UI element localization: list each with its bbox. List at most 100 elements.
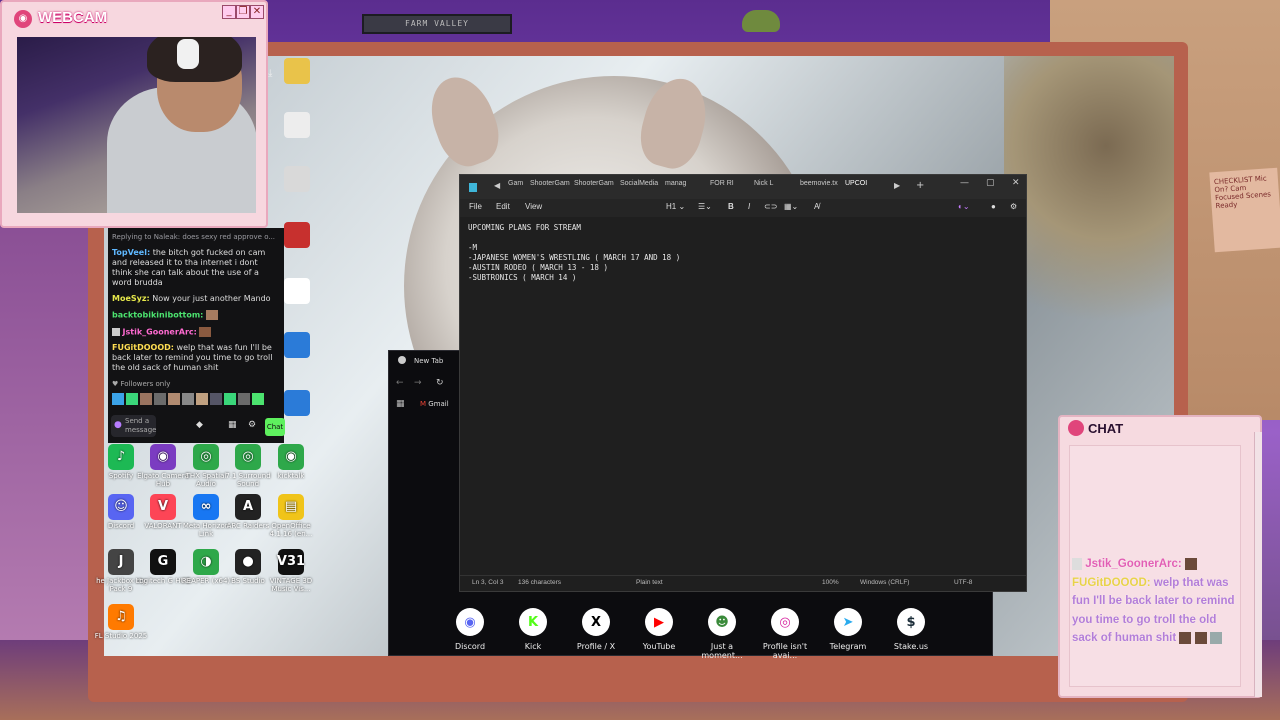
new-tab-button[interactable]: + (916, 180, 924, 191)
chat-send-button[interactable]: Chat (265, 418, 285, 436)
heart-icon: ♥ (112, 380, 121, 388)
notepad-tab[interactable]: ShooterGam (530, 180, 570, 187)
italic-button[interactable]: I (748, 202, 750, 211)
emote-row (112, 393, 280, 405)
app-icon: ◎ (235, 444, 261, 470)
folder-icon[interactable] (284, 58, 310, 84)
store-icon[interactable]: ▦ (228, 420, 237, 430)
notepad-tab-bar (460, 175, 1026, 199)
notepad-tab[interactable]: Nick L (754, 180, 773, 187)
close-button[interactable]: ✕ (1012, 178, 1020, 188)
shortcut-tile[interactable]: ➤ Telegram (818, 608, 878, 651)
emote-icon[interactable] (112, 393, 124, 405)
chat-username[interactable]: Jstik_GoonerArc: (123, 327, 197, 336)
studio-icon[interactable] (284, 332, 310, 358)
badge-icon (112, 327, 120, 336)
copilot-icon[interactable]: ◐⌄ (958, 202, 970, 211)
emote-icon[interactable] (224, 393, 236, 405)
maximize-button[interactable]: ❐ (236, 5, 250, 19)
download-icon[interactable]: ⤓ (268, 68, 272, 79)
desktop-left-column (284, 56, 310, 416)
shortcut-tile[interactable]: ◎ Profile isn't avai... (755, 608, 815, 660)
chatterino-icon[interactable] (284, 390, 310, 416)
emote-icon (205, 310, 218, 320)
maximize-button[interactable]: ▢ (986, 178, 995, 188)
chat-username[interactable]: FUGitDOOOD: (112, 343, 174, 352)
menu-file[interactable]: File (469, 202, 482, 211)
shortcut-tile[interactable]: ☻ Just a moment... (692, 608, 752, 660)
emote-icon[interactable] (126, 393, 138, 405)
menu-view[interactable]: View (525, 202, 542, 211)
shortcut-tile[interactable]: ◉ Discord (440, 608, 500, 651)
desktop-icon[interactable]: ◉ kicktalk (262, 444, 320, 480)
bits-icon[interactable]: ◆ (196, 420, 203, 430)
zoom-level[interactable]: 100% (822, 579, 839, 586)
close-button[interactable]: ✕ (250, 5, 264, 19)
forward-icon[interactable]: → (414, 378, 422, 388)
apps-grid-icon[interactable]: ▦ (396, 399, 405, 409)
app-icon: V31 (277, 549, 305, 575)
minimize-button[interactable]: _ (222, 5, 236, 19)
chat-username[interactable]: TopVeel: (112, 248, 150, 257)
minimize-button[interactable]: — (960, 178, 969, 188)
shortcut-tile[interactable]: $ Stake.us (881, 608, 941, 651)
emote-icon[interactable] (182, 393, 194, 405)
line-ending[interactable]: Windows (CRLF) (860, 579, 909, 586)
desktop-icon[interactable]: V31 VINTAGE 3D Music Vis... (262, 549, 320, 593)
desktop-icon-label: FL Studio 2025 (94, 632, 148, 640)
desktop-icon[interactable]: ♫ FL Studio 2025 (92, 604, 150, 640)
tab-scroll-right-icon[interactable]: ▶ (894, 181, 900, 190)
link-icon[interactable]: ⊂⊃ (764, 202, 777, 211)
shortcut-tile[interactable]: ▶ YouTube (629, 608, 689, 651)
emote-icon[interactable] (168, 393, 180, 405)
app-icon: J (108, 549, 134, 575)
document-icon[interactable] (284, 278, 310, 304)
emote-icon (1209, 631, 1222, 644)
encoding[interactable]: UTF-8 (954, 579, 972, 586)
account-icon[interactable]: ● (991, 202, 996, 211)
bold-button[interactable]: B (728, 202, 734, 211)
heading-select[interactable]: H1 ⌄ (666, 202, 685, 211)
notepad-tab[interactable]: beemovie.tx (800, 180, 838, 187)
notepad-tab[interactable]: FOR RI (710, 180, 734, 187)
gear-icon[interactable]: ⚙ (248, 420, 256, 430)
app-icon: V (150, 494, 176, 520)
emote-icon[interactable] (154, 393, 166, 405)
notepad-text-area[interactable]: UPCOMING PLANS FOR STREAM -M -JAPANESE W… (468, 223, 1018, 283)
emote-icon[interactable] (210, 393, 222, 405)
app-icon[interactable] (284, 222, 310, 248)
chat-username[interactable]: MoeSyz: (112, 294, 150, 303)
menu-edit[interactable]: Edit (496, 202, 510, 211)
table-icon[interactable]: ▦⌄ (784, 202, 798, 211)
tab-scroll-left-icon[interactable]: ◀ (494, 181, 500, 190)
chat-scrollbar[interactable] (1254, 432, 1262, 697)
player-icon[interactable] (284, 166, 310, 192)
notepad-tab[interactable]: Gam (508, 180, 523, 187)
reload-icon[interactable]: ↻ (436, 378, 444, 388)
emote-icon[interactable] (140, 393, 152, 405)
app-icon: ◉ (150, 444, 176, 470)
bookmark-gmail[interactable]: M Gmail (420, 400, 449, 408)
clear-format-icon[interactable]: A̸ (814, 202, 819, 211)
notepad-tab[interactable]: manag (665, 180, 686, 187)
gear-icon[interactable]: ⚙ (1010, 202, 1017, 211)
emote-icon[interactable] (196, 393, 208, 405)
list-icon[interactable]: ☰⌄ (698, 202, 712, 211)
shortcut-tile[interactable]: K Kick (503, 608, 563, 651)
file-icon[interactable] (284, 112, 310, 138)
shortcut-tile[interactable]: X Profile / X (566, 608, 626, 651)
back-icon[interactable]: ← (396, 378, 404, 388)
text-format[interactable]: Plain text (636, 579, 663, 586)
app-icon: ♫ (108, 604, 134, 630)
notepad-window: ◀ Gam ShooterGam ShooterGam SocialMedia mana… (459, 174, 1027, 592)
text-line: -AUSTIN RODEO ( MARCH 13 - 18 ) (468, 263, 608, 272)
chat-username[interactable]: backtobikinibottom: (112, 311, 203, 320)
notepad-tab[interactable]: ShooterGam (574, 180, 614, 187)
emote-icon[interactable] (252, 393, 264, 405)
desktop-icon[interactable]: ▤ OpenOffice 4.1.16 (en... (262, 494, 320, 538)
emote-icon (1184, 557, 1197, 570)
mic-icon[interactable]: ● (114, 420, 122, 430)
notepad-tab[interactable]: SocialMedia (620, 180, 658, 187)
emote-icon[interactable] (238, 393, 250, 405)
notepad-tab[interactable]: UPCOI (845, 180, 867, 187)
